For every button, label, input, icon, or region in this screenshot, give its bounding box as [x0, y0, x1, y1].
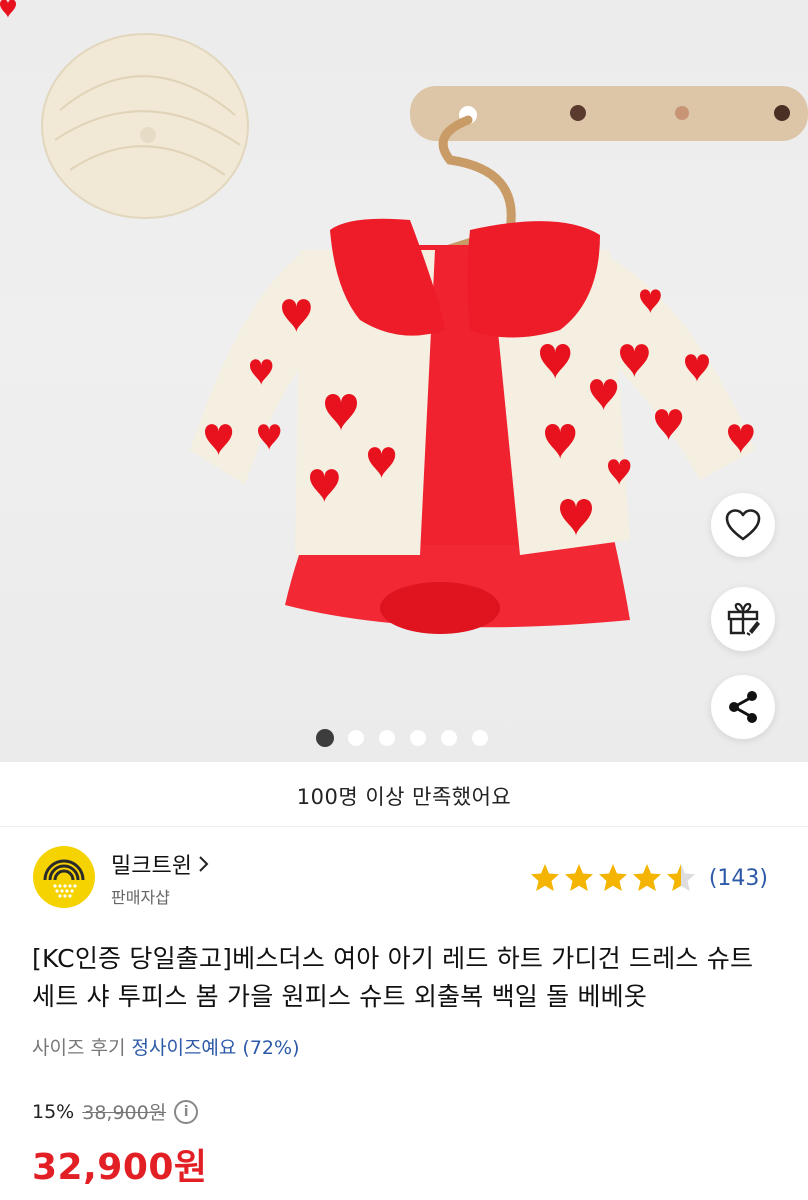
product-image-carousel[interactable]	[0, 0, 808, 762]
star-rating	[529, 862, 697, 894]
gift-button[interactable]	[711, 587, 775, 651]
info-icon[interactable]: i	[174, 1099, 199, 1124]
seller-name-link[interactable]: 밀크트윈	[111, 848, 210, 880]
heart-outline-icon	[725, 509, 761, 541]
size-review-value: 정사이즈예요 (72%)	[131, 1037, 300, 1059]
product-photo	[0, 0, 808, 634]
star-icon	[666, 864, 695, 891]
carousel-dot[interactable]	[440, 729, 458, 747]
share-button[interactable]	[711, 675, 775, 739]
review-count[interactable]: (143)	[709, 866, 768, 891]
original-price: 38,900원	[82, 1102, 167, 1124]
gift-rocket-icon	[727, 602, 760, 636]
seller-name: 밀크트윈	[111, 854, 192, 879]
wooden-hook-rack	[410, 86, 808, 141]
seller-logo-icon	[43, 859, 85, 898]
carousel-dot[interactable]	[378, 729, 396, 747]
size-review-label: 사이즈 후기	[32, 1037, 126, 1059]
carousel-dot[interactable]	[347, 729, 365, 747]
beret-image	[41, 33, 249, 219]
carousel-dot[interactable]	[471, 729, 489, 747]
chevron-right-icon	[199, 856, 209, 872]
share-icon	[729, 691, 757, 723]
discount-rate: 15%	[32, 1100, 75, 1123]
satisfaction-text: 100명 이상 만족했어요	[296, 785, 512, 809]
final-price: 32,900원	[32, 1147, 208, 1188]
carousel-dot[interactable]	[409, 729, 427, 747]
carousel-indicator	[316, 729, 489, 747]
star-icon	[632, 864, 661, 891]
carousel-dot[interactable]	[316, 729, 334, 747]
divider	[0, 826, 808, 827]
rating[interactable]: (143)	[529, 862, 768, 894]
price-row: 15% 38,900원 i	[32, 1098, 199, 1125]
star-icon	[598, 864, 627, 891]
product-title: [KC인증 당일출고]베스더스 여아 아기 레드 하트 가디건 드레스 슈트 세…	[32, 944, 754, 1011]
like-button[interactable]	[711, 493, 775, 557]
size-review[interactable]: 사이즈 후기 정사이즈예요 (72%)	[32, 1033, 299, 1060]
seller-subtitle: 판매자샵	[111, 888, 170, 907]
star-icon	[530, 864, 559, 891]
star-icon	[564, 864, 593, 891]
seller-logo[interactable]	[33, 846, 95, 908]
